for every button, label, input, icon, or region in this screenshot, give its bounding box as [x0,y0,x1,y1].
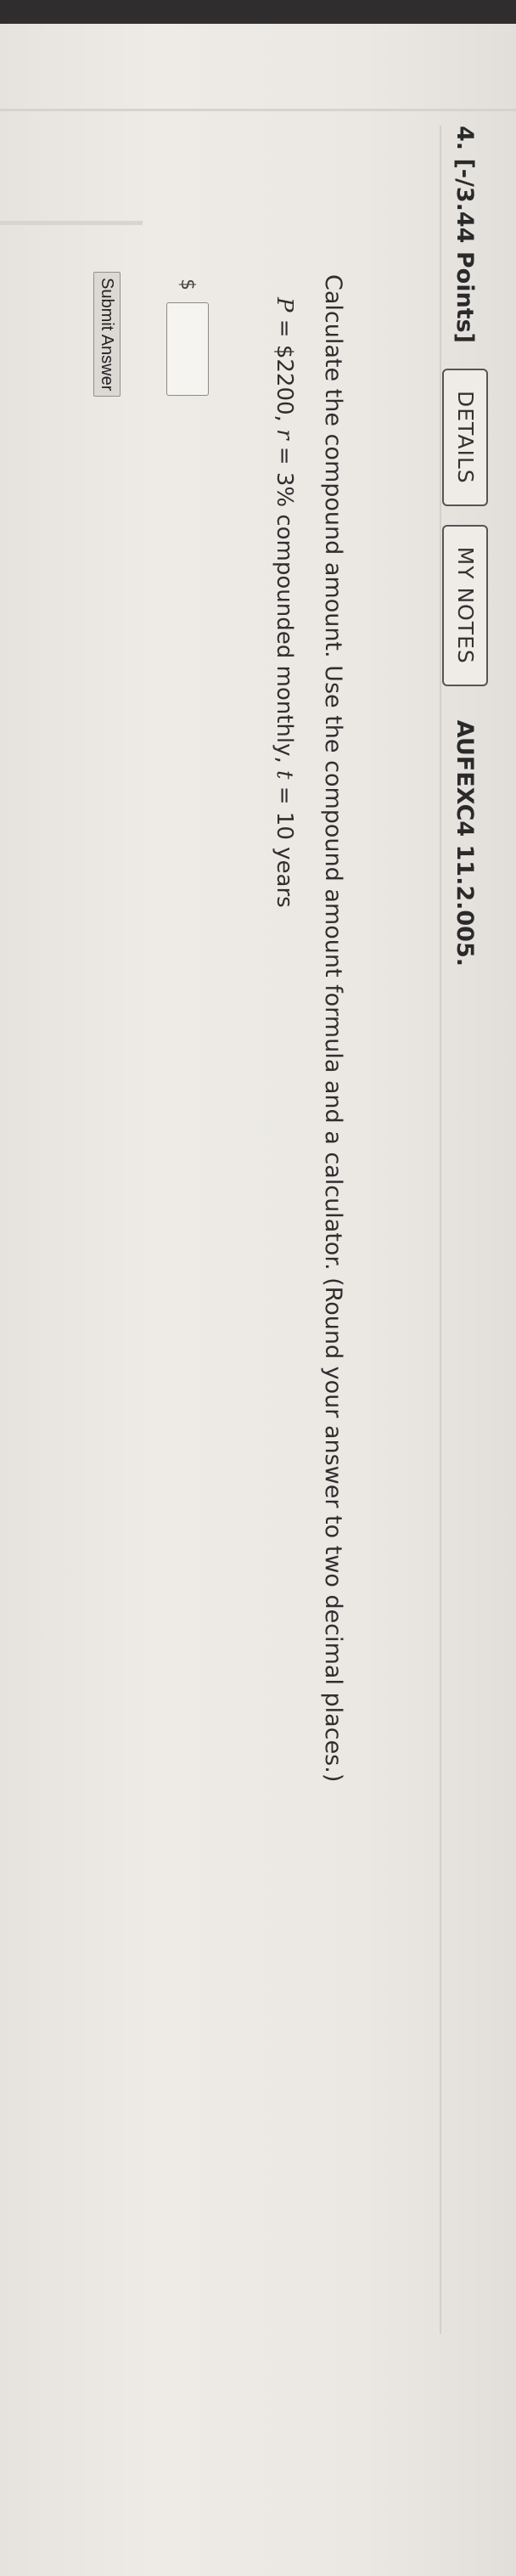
formula-line: P = $2200, r = 3% compounded monthly, t … [272,297,297,908]
question-instructions: Calculate the compound amount. Use the c… [320,274,346,1783]
dollar-prefix: $ [177,279,199,290]
question-page: 4. [-/3.44 Points] DETAILS MY NOTES AUFE… [0,24,516,2576]
page-left-edge [0,109,516,111]
formula-r-value: = 3% compounded monthly, [272,439,297,771]
submit-answer-button[interactable]: Submit Answer [93,272,121,397]
question-number-points: 4. [-/3.44 Points] [452,126,479,343]
formula-t-value: = 10 years [272,779,297,908]
formula-p-value: = $2200, [272,312,297,430]
formula-t-var: t [272,770,297,780]
header-divider [440,126,441,2334]
my-notes-button[interactable]: MY NOTES [442,524,488,686]
answer-input[interactable] [166,302,209,396]
question-code: AUFEXC4 11.2.005. [452,719,479,967]
screenshot-stage: 4. [-/3.44 Points] DETAILS MY NOTES AUFE… [0,0,516,2576]
question-header: 4. [-/3.44 Points] DETAILS MY NOTES AUFE… [440,126,491,967]
details-button[interactable]: DETAILS [442,369,488,506]
submit-area-edge [0,221,143,225]
dark-top-edge [0,0,516,24]
answer-row: $ [166,279,209,396]
formula-p-var: P [272,297,297,313]
formula-r-var: r [272,429,297,440]
